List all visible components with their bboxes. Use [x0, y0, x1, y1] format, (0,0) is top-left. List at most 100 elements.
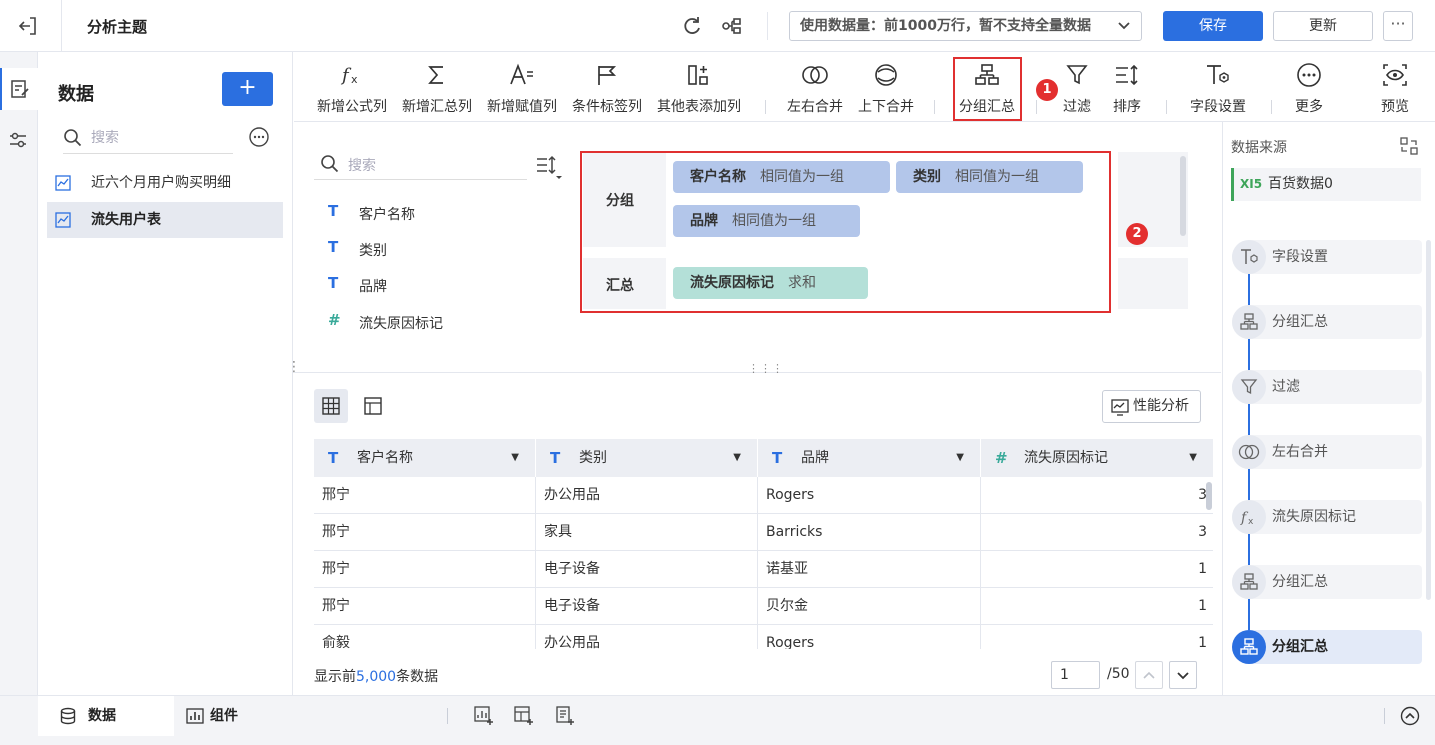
table-cell: 1 [1198, 635, 1207, 649]
toolbar-label: 新增公式列 [317, 99, 387, 115]
data-list-item[interactable]: 近六个月用户购买明细 [47, 165, 283, 201]
layout-view-button[interactable] [356, 389, 390, 423]
tab-data[interactable]: 数据 [38, 696, 174, 736]
step-label: 分组汇总 [1272, 639, 1328, 655]
filter-button[interactable]: 过滤 [1054, 62, 1100, 118]
tab-label: 组件 [210, 708, 238, 724]
steps-scrollbar[interactable] [1426, 240, 1431, 600]
caret-down-icon[interactable]: ▼ [956, 439, 964, 477]
group-summary-icon [1232, 630, 1266, 664]
toolbar-label: 新增赋值列 [487, 99, 557, 115]
column-header[interactable]: # 流失原因标记 ▼ [981, 439, 1213, 477]
column-header[interactable]: T 品牌 ▼ [758, 439, 981, 477]
add-condition-tag-column-button[interactable]: 条件标签列 [567, 62, 647, 118]
next-page-button[interactable] [1169, 661, 1197, 689]
text-type-icon: T [328, 238, 339, 256]
prev-page-button[interactable] [1135, 661, 1163, 689]
add-data-button[interactable]: + [222, 72, 273, 106]
add-column-from-other-table-button[interactable]: 其他表添加列 [652, 62, 746, 118]
search-icon [63, 128, 83, 148]
formula-icon: fx [312, 62, 392, 88]
field-sort-icon[interactable] [535, 155, 563, 181]
filter-icon [1054, 62, 1100, 88]
field-search-input[interactable]: 搜索 [314, 148, 527, 180]
refresh-icon[interactable] [681, 15, 703, 37]
table-cell: 3 [1198, 487, 1207, 503]
data-usage-select[interactable]: 使用数据量：前1000万行，暂不支持全量数据 [789, 11, 1142, 41]
lineage-icon[interactable] [721, 15, 743, 37]
resize-handle[interactable]: ⋮ [287, 360, 301, 374]
chevron-up-icon [1142, 669, 1156, 681]
caret-down-icon[interactable]: ▼ [1189, 439, 1197, 477]
field-settings-button[interactable]: 字段设置 [1182, 62, 1254, 118]
chevron-down-icon [1176, 670, 1190, 682]
table-scrollbar[interactable] [1206, 482, 1212, 510]
page-number-input[interactable]: 1 [1051, 661, 1100, 689]
add-chart-icon[interactable] [474, 706, 494, 726]
table-cell: 俞毅 [314, 625, 536, 649]
toolbar-label: 排序 [1113, 99, 1141, 115]
switch-source-icon[interactable] [1400, 137, 1418, 155]
data-source-item[interactable]: XI5 百货数据0 [1231, 168, 1421, 201]
step-group-summary[interactable]: 分组汇总 [1232, 565, 1422, 599]
merge-left-right-button[interactable]: 左右合并 [781, 62, 849, 118]
step-field-settings[interactable]: 字段设置 [1232, 240, 1422, 274]
more-button[interactable]: 更多 [1284, 62, 1334, 118]
resize-handle[interactable]: ⋮⋮⋮ [748, 363, 784, 374]
caret-down-icon[interactable]: ▼ [733, 439, 741, 477]
data-search-input[interactable]: 搜索 [63, 122, 233, 154]
merge-up-down-button[interactable]: 上下合并 [852, 62, 920, 118]
data-edit-icon [10, 79, 30, 99]
column-header[interactable]: T 客户名称 ▼ [314, 439, 536, 477]
chart-table-icon [55, 175, 71, 191]
add-summary-column-button[interactable]: 新增汇总列 [397, 62, 477, 118]
column-header[interactable]: T 类别 ▼ [536, 439, 758, 477]
collapse-up-icon[interactable] [1400, 706, 1420, 726]
sort-button[interactable]: 排序 [1104, 62, 1150, 118]
column-name: 客户名称 [357, 450, 413, 466]
step-formula-column[interactable]: fx 流失原因标记 [1232, 500, 1422, 534]
field-name: 类别 [359, 243, 387, 259]
table-cell: Rogers [758, 477, 981, 514]
divider [1036, 100, 1037, 114]
more-menu-button[interactable]: ··· [1383, 11, 1413, 41]
exit-icon[interactable] [16, 14, 40, 38]
grid-view-button[interactable] [314, 389, 348, 423]
caret-down-icon[interactable]: ▼ [511, 439, 519, 477]
step-filter[interactable]: 过滤 [1232, 370, 1422, 404]
filter-icon [1232, 370, 1266, 404]
step-merge-left-right[interactable]: 左右合并 [1232, 435, 1422, 469]
toolbar: fx 新增公式列 新增汇总列 新增赋值列 条件标签列 其他表添加列 左右合并 上… [294, 52, 1435, 122]
table-row[interactable]: 邢宁 家具 Barricks 3 [314, 514, 1213, 551]
column-name: 品牌 [801, 450, 829, 466]
divider [765, 100, 766, 114]
text-type-icon: T [328, 274, 339, 292]
save-button[interactable]: 保存 [1163, 11, 1263, 41]
config-scrollbar[interactable] [1180, 156, 1186, 236]
table-row[interactable]: 邢宁 办公用品 Rogers 3 [314, 477, 1213, 514]
update-button[interactable]: 更新 [1273, 11, 1373, 41]
add-assign-column-button[interactable]: 新增赋值列 [482, 62, 562, 118]
add-dashboard-icon[interactable] [514, 706, 534, 726]
data-panel: 数据 + 搜索 近六个月用户购买明细 流失用户表 [38, 52, 293, 695]
search-placeholder: 搜索 [91, 130, 119, 146]
preview-button[interactable]: 预览 [1372, 62, 1418, 118]
step-group-summary[interactable]: 分组汇总 [1232, 305, 1422, 339]
grid-icon [322, 397, 340, 415]
more-options-icon[interactable] [248, 126, 270, 148]
step-label: 分组汇总 [1272, 574, 1328, 590]
table-row[interactable]: 邢宁 电子设备 诺基亚 1 [314, 551, 1213, 588]
data-list-item-selected[interactable]: 流失用户表 [47, 202, 283, 238]
rail-item-data[interactable] [0, 68, 38, 110]
tab-component[interactable]: 组件 [186, 696, 276, 736]
performance-analysis-button[interactable]: 性能分析 [1102, 390, 1201, 423]
table-row[interactable]: 邢宁 电子设备 贝尔金 1 [314, 588, 1213, 625]
table-row[interactable]: 俞毅 办公用品 Rogers 1 [314, 625, 1213, 649]
add-formula-column-button[interactable]: fx 新增公式列 [312, 62, 392, 118]
step-group-summary-active[interactable]: 分组汇总 [1232, 630, 1422, 664]
database-icon [60, 707, 76, 725]
toolbar-label: 新增汇总列 [402, 99, 472, 115]
add-report-icon[interactable] [555, 706, 575, 726]
table-cell: 诺基亚 [758, 551, 981, 588]
settings-sliders-icon[interactable] [8, 130, 28, 150]
